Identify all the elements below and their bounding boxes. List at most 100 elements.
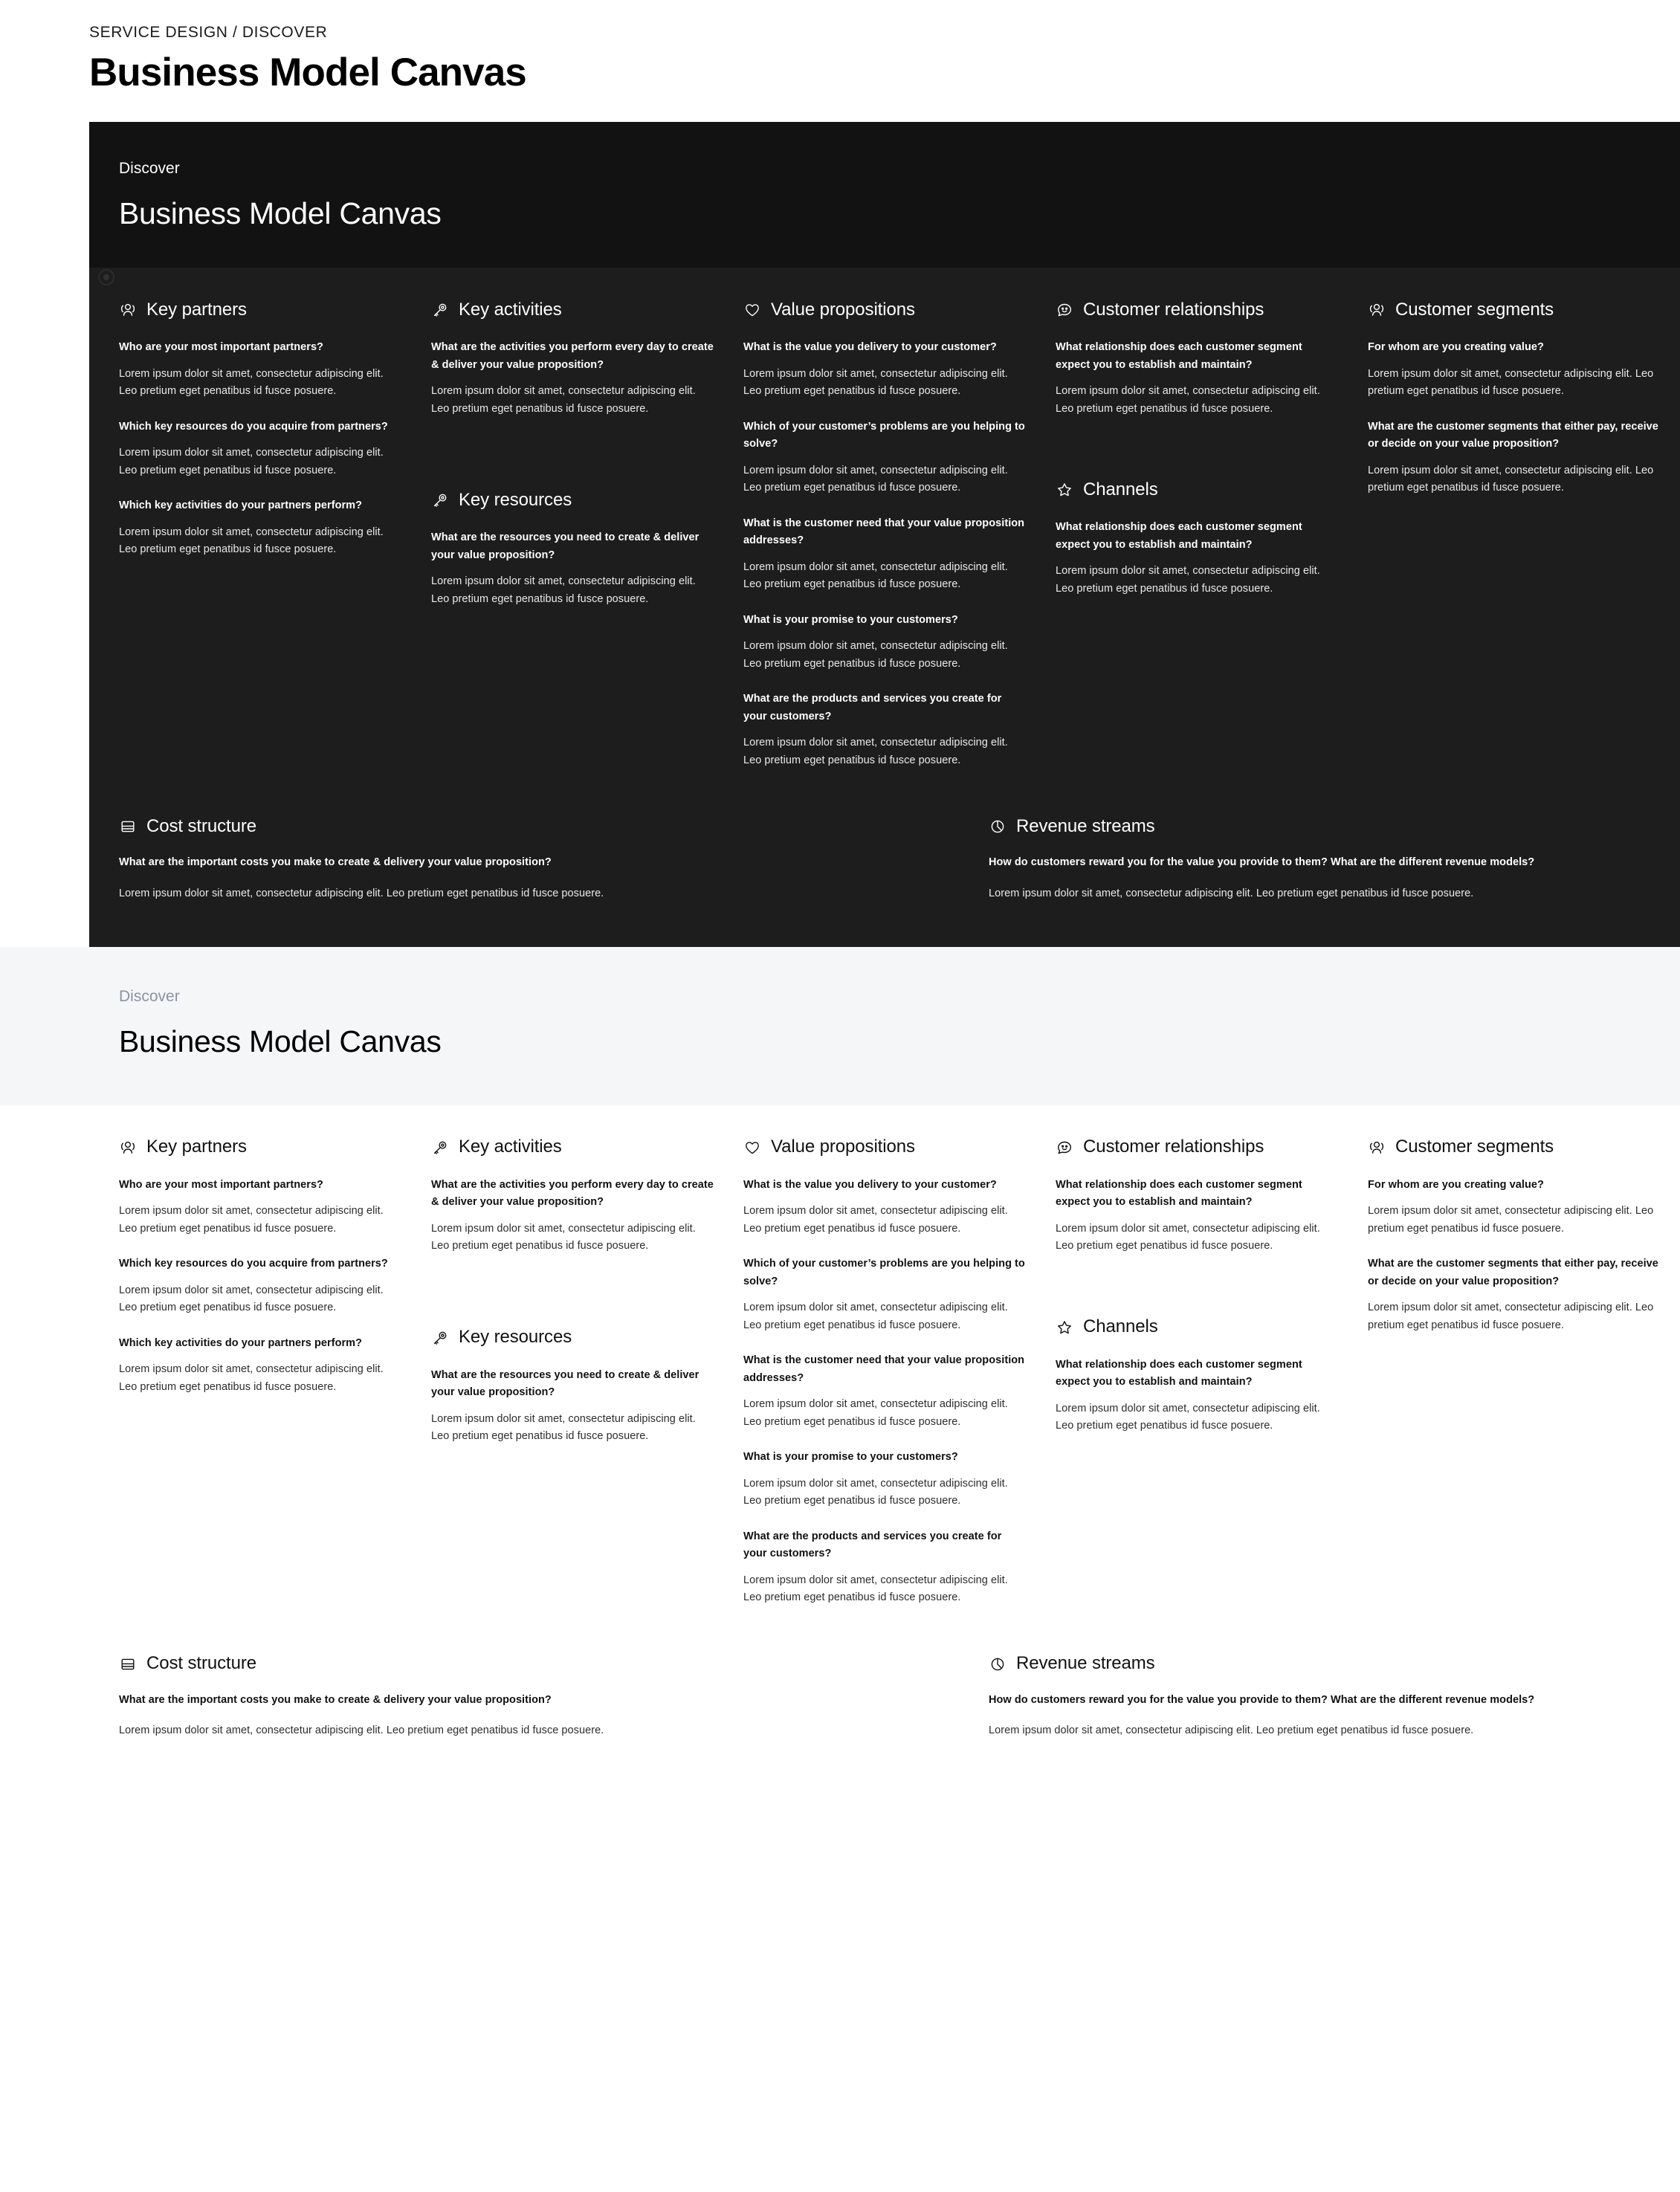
section-label: Key activities [459,1137,562,1157]
answer-text: Lorem ipsum dolor sit amet, consectetur … [431,385,696,415]
answer-text: Lorem ipsum dolor sit amet, consectetur … [743,1398,1008,1428]
section-label: Channels [1083,479,1158,499]
section-header-key-resources: Key resources [431,489,714,511]
qa-block: What are the products and services you c… [743,1528,1026,1607]
section-label: Value propositions [771,1137,915,1157]
question-text: Which key resources do you acquire from … [119,1258,388,1270]
key-icon [431,301,449,319]
answer-text: Lorem ipsum dolor sit amet, consectetur … [989,887,1474,899]
section-label: Customer segments [1395,299,1554,320]
page-breadcrumb: SERVICE DESIGN / DISCOVER [89,24,328,41]
qa-block: Who are your most important partners? Lo… [119,339,401,400]
qa-block: What is your promise to your customers? … [743,1449,1026,1510]
section-header-cost-structure: Cost structure [119,1653,989,1675]
column-customer-relationships: Customer relationships What relationship… [1056,299,1368,598]
section-header-customer-segments: Customer segments [1368,1137,1665,1159]
section-header-key-activities: Key activities [431,299,714,321]
qa-block: What are the customer segments that eith… [1368,1255,1665,1334]
section-label: Cost structure [146,1653,256,1674]
question-text: What is the value you delivery to your c… [743,341,997,354]
qa-block: What relationship does each customer seg… [1056,519,1338,598]
section-header-value-propositions: Value propositions [743,299,1026,321]
key-icon [431,1329,449,1347]
section-header-customer-segments: Customer segments [1368,299,1665,321]
qa-block: What are the activities you perform ever… [431,1177,714,1255]
section-header-value-propositions: Value propositions [743,1137,1026,1159]
question-text: What relationship does each customer seg… [1056,341,1302,371]
layout-panel-icon [119,818,137,835]
answer-text: Lorem ipsum dolor sit amet, consectetur … [119,1363,384,1393]
section-label: Customer segments [1395,1137,1554,1157]
qa-block: What is the value you delivery to your c… [743,1177,1026,1238]
canvas-title: Business Model Canvas [119,1024,442,1059]
answer-text: Lorem ipsum dolor sit amet, consectetur … [989,1724,1474,1736]
page-title: Business Model Canvas [89,51,527,95]
qa-block: What are the products and services you c… [743,691,1026,769]
qa-block: For whom are you creating value? Lorem i… [1368,1177,1665,1238]
answer-text: Lorem ipsum dolor sit amet, consectetur … [743,1205,1008,1235]
canvas-eyebrow: Discover [119,988,180,1006]
key-icon [431,491,449,509]
question-text: Who are your most important partners? [119,341,323,354]
question-text: Which of your customer’s problems are yo… [743,1258,1025,1287]
canvas-columns-dark: Key partners Who are your most important… [119,268,1680,769]
column-value-propositions: Value propositions What is the value you… [743,1137,1056,1607]
section-label: Cost structure [146,815,256,836]
section-header-key-resources: Key resources [431,1327,714,1349]
qa-block: What are the activities you perform ever… [431,339,714,418]
chat-smile-icon [1056,301,1073,319]
question-text: What is the customer need that your valu… [743,517,1025,547]
question-text: What are the important costs you make to… [119,856,552,869]
column-value-propositions: Value propositions What is the value you… [743,299,1056,769]
people-icon [1368,301,1386,319]
answer-text: Lorem ipsum dolor sit amet, consectetur … [1368,367,1654,398]
section-header-revenue-streams: Revenue streams [989,1653,1680,1675]
column-revenue-streams: Revenue streams How do customers reward … [989,815,1680,902]
section-header-key-partners: Key partners [119,1137,401,1159]
canvas-body-dark: Key partners Who are your most important… [89,268,1680,947]
question-text: What are the activities you perform ever… [431,341,714,371]
pie-chart-icon [989,818,1007,835]
section-header-revenue-streams: Revenue streams [989,815,1680,838]
canvas-columns-light: Key partners Who are your most important… [119,1105,1680,1607]
business-model-canvas-light: Discover Business Model Canvas Key partn… [0,947,1680,1770]
column-cost-structure: Cost structure What are the important co… [119,815,989,902]
question-text: What is the value you delivery to your c… [743,1178,997,1191]
answer-text: Lorem ipsum dolor sit amet, consectetur … [431,1222,696,1252]
column-cost-structure: Cost structure What are the important co… [119,1653,989,1740]
section-label: Key partners [146,1137,247,1157]
column-customer-segments: Customer segments For whom are you creat… [1368,299,1680,497]
answer-text: Lorem ipsum dolor sit amet, consectetur … [743,1477,1008,1507]
question-text: How do customers reward you for the valu… [989,1693,1535,1706]
question-text: What are the important costs you make to… [119,1693,552,1706]
question-text: What is your promise to your customers? [743,613,958,626]
section-header-channels: Channels [1056,1316,1338,1339]
column-key-partners: Key partners Who are your most important… [119,299,431,558]
answer-text: Lorem ipsum dolor sit amet, consectetur … [119,526,384,556]
question-text: What is the customer need that your valu… [743,1354,1025,1384]
question-text: What relationship does each customer seg… [1056,521,1302,551]
canvas-header-dark: Discover Business Model Canvas [89,121,1680,268]
section-label: Key resources [459,1327,572,1348]
column-key-partners: Key partners Who are your most important… [119,1137,431,1396]
section-label: Revenue streams [1016,815,1155,836]
chat-smile-icon [1056,1139,1073,1157]
people-icon [119,301,137,319]
question-text: What are the customer segments that eith… [1368,420,1658,450]
section-label: Customer relationships [1083,299,1264,320]
qa-block: Which key resources do you acquire from … [119,418,401,479]
column-customer-relationships: Customer relationships What relationship… [1056,1137,1368,1435]
decorative-dot-icon [98,269,114,286]
section-label: Value propositions [771,299,915,320]
people-icon [119,1139,137,1157]
answer-text: Lorem ipsum dolor sit amet, consectetur … [431,575,696,605]
answer-text: Lorem ipsum dolor sit amet, consectetur … [743,640,1008,670]
question-text: How do customers reward you for the valu… [989,856,1535,869]
question-text: What are the activities you perform ever… [431,1178,714,1209]
section-label: Channels [1083,1316,1158,1337]
answer-text: Lorem ipsum dolor sit amet, consectetur … [119,1724,604,1736]
section-label: Key partners [146,299,247,320]
section-label: Customer relationships [1083,1137,1264,1157]
section-label: Key resources [459,489,572,510]
answer-text: Lorem ipsum dolor sit amet, consectetur … [743,1574,1008,1604]
